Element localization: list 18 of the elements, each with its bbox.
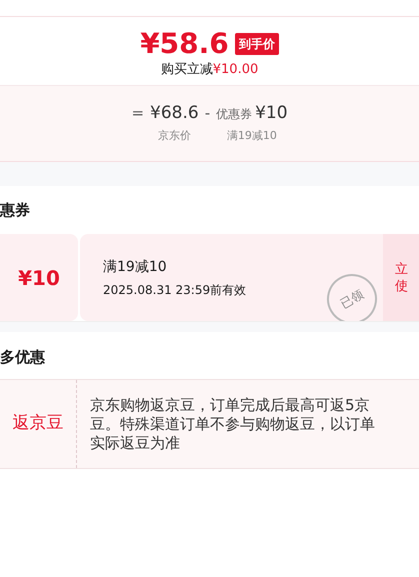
offer-name: 返京豆 [12, 412, 64, 436]
coupon-condition: 满19减10 [103, 258, 167, 276]
section-title: 多优惠 [0, 347, 46, 367]
base-price-caption: 京东价 [158, 128, 191, 144]
discount-value: ¥10.00 [212, 61, 258, 79]
coupon-amount: ¥10 [255, 102, 288, 124]
coupon-caption: 满19减10 [226, 128, 277, 144]
minus-sign: - [204, 103, 210, 124]
coupon-label: 优惠券 [216, 106, 252, 123]
coupon-validity: 2025.08.31 23:59前有效 [103, 282, 246, 298]
base-price: ¥68.6 [150, 102, 199, 124]
use-now-button[interactable]: 立 使 [383, 234, 419, 321]
coupon-value: ¥10 [18, 264, 60, 292]
equals-sign: = [131, 103, 144, 124]
final-price: ¥58.6 [140, 27, 229, 61]
final-price-tag: 到手价 [234, 33, 279, 55]
offer-description: 京东购物返京豆，订单完成后最高可返5京豆。特殊渠道订单不参与购物返豆，以订单实际返豆为准 [90, 396, 376, 452]
discount-label: 购买立减 [160, 61, 213, 79]
